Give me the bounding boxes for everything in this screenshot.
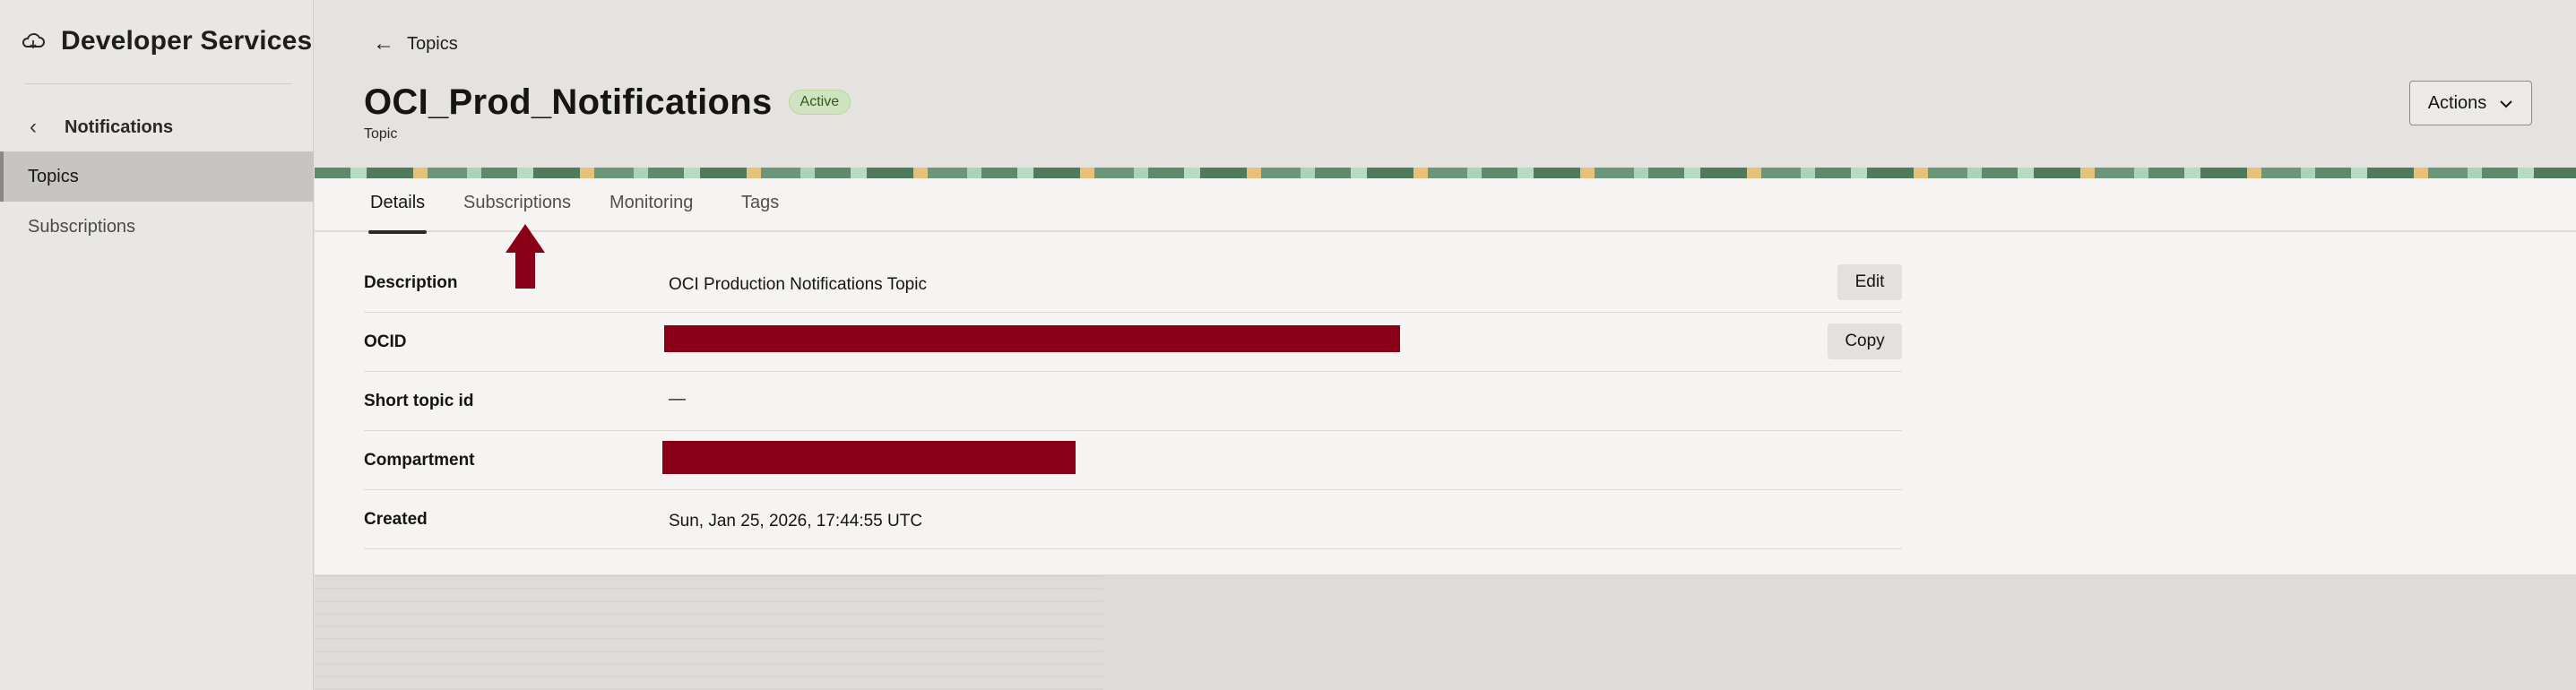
brand: Developer Services bbox=[20, 23, 312, 59]
cloud-icon bbox=[20, 28, 47, 55]
status-badge: Active bbox=[788, 90, 851, 115]
sidebar-item-label: Topics bbox=[28, 166, 79, 186]
detail-row-description: Description OCI Production Notifications… bbox=[364, 254, 1902, 313]
breadcrumb-topics: Topics bbox=[407, 33, 458, 54]
annotation-arrow-icon bbox=[506, 224, 545, 289]
arrow-left-icon: ← bbox=[373, 31, 394, 56]
background-pattern bbox=[315, 574, 1103, 690]
tab-details[interactable]: Details bbox=[367, 193, 428, 234]
tab-label: Tags bbox=[741, 193, 780, 212]
sidebar-divider bbox=[25, 83, 292, 84]
short-topic-id-value: — bbox=[669, 390, 686, 409]
decorative-banner bbox=[315, 168, 2576, 178]
page-title: OCI_Prod_Notifications bbox=[364, 82, 773, 122]
tab-label: Monitoring bbox=[609, 193, 694, 212]
detail-row-compartment: Compartment bbox=[364, 431, 1902, 490]
tab-monitoring[interactable]: Monitoring bbox=[609, 193, 693, 232]
tab-label: Subscriptions bbox=[463, 193, 572, 212]
details-card: Details Subscriptions Monitoring Tags De… bbox=[315, 178, 2576, 574]
tab-tags[interactable]: Tags bbox=[741, 193, 779, 232]
short-topic-id-label: Short topic id bbox=[364, 392, 474, 410]
description-value: OCI Production Notifications Topic bbox=[669, 275, 927, 294]
copy-button[interactable]: Copy bbox=[1828, 323, 1902, 359]
description-label: Description bbox=[364, 273, 458, 292]
title-row: OCI_Prod_Notifications Active bbox=[364, 77, 851, 127]
edit-button[interactable]: Edit bbox=[1837, 264, 1902, 300]
redacted-ocid bbox=[664, 325, 1400, 352]
back-to-notifications[interactable]: ‹ Notifications bbox=[25, 111, 173, 143]
chevron-left-icon: ‹ bbox=[30, 115, 37, 139]
breadcrumb[interactable]: ← Topics bbox=[373, 30, 458, 57]
redacted-compartment bbox=[662, 441, 1076, 474]
actions-button[interactable]: Actions bbox=[2409, 81, 2532, 125]
created-label: Created bbox=[364, 510, 428, 529]
tab-bar: Details Subscriptions Monitoring Tags bbox=[315, 178, 2576, 234]
sidebar-item-topics[interactable]: Topics bbox=[0, 151, 314, 202]
created-value: Sun, Jan 25, 2026, 17:44:55 UTC bbox=[669, 512, 923, 530]
detail-row-created: Created Sun, Jan 25, 2026, 17:44:55 UTC bbox=[364, 490, 1902, 549]
edit-label: Edit bbox=[1854, 272, 1885, 291]
detail-row-short-topic-id: Short topic id — bbox=[364, 372, 1902, 431]
ocid-label: OCID bbox=[364, 332, 407, 351]
compartment-label: Compartment bbox=[364, 451, 475, 470]
detail-row-ocid: OCID Copy bbox=[364, 313, 1902, 372]
back-label: Notifications bbox=[65, 116, 174, 137]
chevron-down-icon bbox=[2499, 93, 2513, 114]
copy-label: Copy bbox=[1845, 332, 1885, 350]
tab-label: Details bbox=[370, 193, 426, 212]
sidebar-item-label: Subscriptions bbox=[28, 216, 136, 237]
sidebar-item-subscriptions[interactable]: Subscriptions bbox=[0, 202, 314, 252]
page-subtitle: Topic bbox=[364, 126, 398, 142]
actions-label: Actions bbox=[2427, 92, 2487, 113]
sidebar: Developer Services ‹ Notifications Topic… bbox=[0, 0, 314, 690]
brand-title: Developer Services bbox=[61, 26, 313, 56]
